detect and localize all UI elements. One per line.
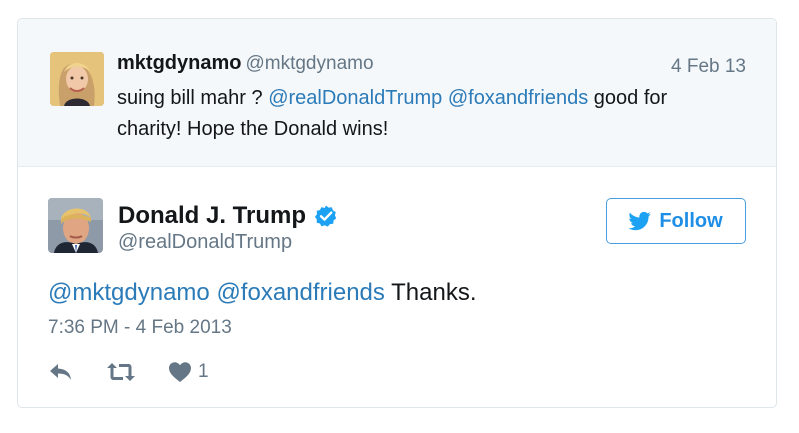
twitter-bird-icon [629,211,651,231]
mention-link[interactable]: @foxandfriends [216,279,384,306]
main-name-row: Donald J. Trump [118,199,338,233]
follow-button[interactable]: Follow [606,198,746,244]
main-screen-name[interactable]: @realDonaldTrump [118,231,292,254]
parent-tweet-text: suing bill mahr ? @realDonaldTrump @foxa… [117,83,737,145]
like-count: 1 [198,361,209,382]
tweet-timestamp[interactable]: 7:36 PM - 4 Feb 2013 [48,317,232,339]
verified-badge-icon [314,205,337,227]
mention-link[interactable]: @realDonaldTrump [268,87,442,109]
parent-tweet[interactable]: mktgdynamo @mktgdynamo 4 Feb 13 suing bil… [18,19,776,167]
main-avatar[interactable] [48,198,103,253]
parent-display-name[interactable]: mktgdynamo [117,52,241,74]
heart-icon [169,362,191,382]
retweet-icon [107,363,135,381]
tweet-actions: 1 [48,359,209,385]
retweet-button[interactable] [106,361,136,383]
parent-date[interactable]: 4 Feb 13 [671,56,746,78]
main-tweet-text: @mktgdynamo @foxandfriends Thanks. [48,279,477,307]
embedded-tweet-card: mktgdynamo @mktgdynamo 4 Feb 13 suing bil… [17,18,777,408]
parent-text-part: suing bill mahr ? [117,87,269,109]
mention-link[interactable]: @mktgdynamo [48,279,210,306]
follow-label: Follow [659,209,723,232]
parent-header: mktgdynamo @mktgdynamo [117,52,757,76]
reply-button[interactable] [48,361,74,383]
parent-screen-name[interactable]: @mktgdynamo [245,53,373,74]
parent-avatar[interactable] [50,52,104,106]
main-display-name[interactable]: Donald J. Trump [118,202,306,230]
reply-icon [50,364,71,380]
main-text-part: Thanks. [384,279,477,306]
like-button[interactable]: 1 [168,361,209,383]
mention-link[interactable]: @foxandfriends [448,87,588,109]
